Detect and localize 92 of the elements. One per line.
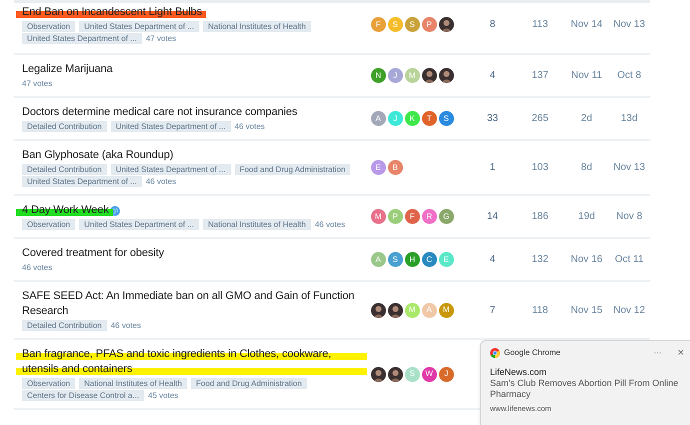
tag[interactable]: Observation (22, 21, 76, 32)
vote-count: 47 votes (22, 78, 52, 89)
reply-count: 4 (490, 254, 496, 265)
reply-count: 7 (490, 304, 496, 316)
reply-count: 1 (490, 162, 496, 173)
activity-date: Nov 15 (570, 304, 602, 316)
vote-count: 45 votes (148, 390, 178, 401)
created-date: Oct 11 (614, 254, 644, 265)
tag[interactable]: National Institutes of Health (79, 378, 187, 389)
avatar[interactable]: F (404, 209, 420, 224)
tag[interactable]: National Institutes of Health (202, 21, 311, 32)
avatar[interactable]: R (422, 209, 437, 224)
reply-count: 4 (490, 70, 496, 81)
avatar[interactable]: S (438, 111, 454, 126)
tag[interactable]: United States Department of ... (79, 219, 199, 230)
topic-title[interactable]: Covered treatment for obesity (22, 246, 164, 261)
avatar[interactable]: S (388, 252, 403, 267)
tag[interactable]: Detailed Contribution (22, 320, 107, 331)
avatar[interactable]: P (422, 17, 437, 32)
avatar[interactable]: S (404, 17, 420, 32)
vote-count: 46 votes (22, 262, 52, 273)
vote-count: 47 votes (146, 33, 176, 44)
avatar[interactable]: T (422, 111, 437, 126)
tag[interactable]: National Institutes of Health (202, 219, 311, 230)
avatar[interactable]: C (422, 252, 437, 267)
vote-count: 46 votes (234, 121, 265, 132)
created-date: 13d (620, 113, 638, 124)
topic-title[interactable]: SAFE SEED Act: An Immediate ban on all GMO and Gain of Function Research (22, 289, 363, 319)
activity-date: 2d (581, 113, 592, 124)
tag[interactable]: United States Department of ... (79, 21, 199, 32)
view-count: 103 (532, 162, 548, 173)
tag[interactable]: United States Department of ... (110, 121, 231, 132)
notification-source: LifeNews.com (490, 367, 548, 378)
avatar[interactable]: A (370, 111, 386, 126)
view-count: 186 (532, 211, 548, 222)
created-date: Nov 13 (613, 19, 646, 30)
avatar[interactable]: J (388, 68, 403, 83)
chrome-icon (490, 348, 500, 358)
view-count: 132 (532, 254, 548, 265)
avatar[interactable]: H (404, 252, 420, 267)
reply-count: 14 (486, 211, 498, 222)
tag[interactable]: Detailed Contribution (22, 164, 107, 175)
tag[interactable]: Food and Drug Administration (234, 164, 350, 175)
created-date: Nov 12 (613, 304, 646, 316)
vote-count: 46 votes (314, 219, 346, 230)
tag[interactable]: United States Department of ... (22, 33, 142, 44)
tag[interactable]: Observation (22, 378, 76, 389)
reply-count: 8 (490, 19, 496, 30)
tag[interactable]: Food and Drug Administration (190, 378, 307, 389)
created-date: Nov 8 (616, 211, 642, 222)
topic-title[interactable]: Legalize Marijuana (22, 62, 113, 77)
vote-count: 46 votes (146, 176, 176, 187)
created-date: Nov 13 (613, 162, 646, 173)
avatar-icon[interactable] (438, 68, 454, 83)
activity-date: 8d (581, 162, 592, 173)
avatar[interactable]: M (370, 209, 386, 224)
activity-date: Nov 16 (570, 254, 602, 265)
avatar[interactable]: M (438, 302, 454, 318)
notification-message: Sam's Club Removes Abortion Pill From Online Pharmacy (490, 378, 680, 400)
view-count: 113 (532, 19, 548, 30)
topic-title[interactable]: Doctors determine medical care not insurance companies (22, 105, 298, 120)
avatar-icon[interactable] (370, 302, 386, 318)
avatar-icon[interactable] (438, 17, 454, 32)
vote-count: 46 votes (110, 320, 141, 331)
tag[interactable]: United States Department of ... (22, 176, 142, 187)
avatar-icon[interactable] (422, 68, 437, 83)
tag[interactable]: Centers for Disease Control a... (22, 390, 144, 401)
avatar-icon[interactable] (388, 302, 403, 318)
reply-count: 33 (486, 113, 498, 124)
avatar[interactable]: G (438, 209, 454, 224)
activity-date: Nov 14 (570, 19, 602, 30)
view-count: 118 (532, 304, 548, 316)
avatar-icon[interactable] (370, 366, 386, 382)
avatar[interactable]: B (388, 160, 403, 175)
created-date: Oct 8 (617, 70, 642, 81)
view-count: 137 (532, 70, 548, 81)
tag[interactable]: United States Department of ... (110, 164, 231, 175)
avatar[interactable]: J (438, 366, 454, 382)
avatar[interactable]: W (422, 366, 437, 382)
topic-title[interactable]: Ban Glyphosate (aka Roundup) (22, 148, 174, 163)
tag[interactable]: Detailed Contribution (22, 121, 107, 132)
close-button[interactable]: × (678, 348, 684, 358)
app-name: Google Chrome (504, 347, 562, 359)
avatar[interactable]: E (370, 160, 386, 175)
view-count: 265 (532, 113, 548, 124)
activity-date: Nov 11 (571, 70, 602, 81)
tag[interactable]: Observation (22, 219, 76, 230)
activity-date: 19d (578, 211, 595, 222)
avatar[interactable]: N (370, 68, 386, 83)
avatar-icon[interactable] (388, 366, 403, 382)
avatar[interactable]: F (370, 17, 386, 32)
more-button[interactable]: ··· (654, 347, 662, 359)
